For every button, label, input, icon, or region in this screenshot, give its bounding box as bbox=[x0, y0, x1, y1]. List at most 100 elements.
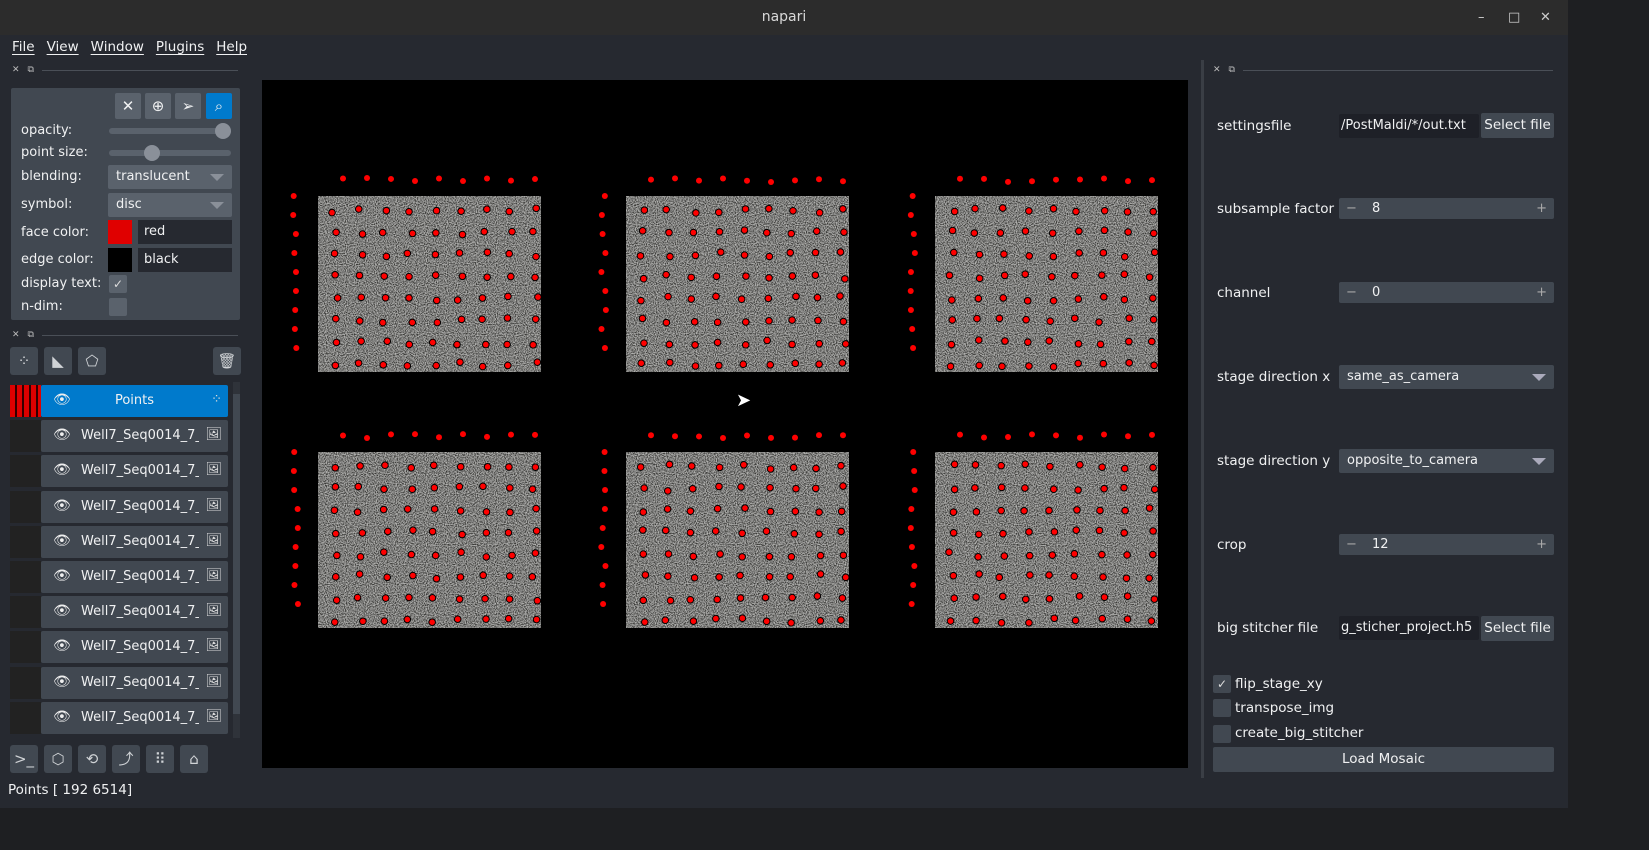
bigstitcher-input[interactable]: g_sticher_project.h5 bbox=[1339, 616, 1479, 640]
visibility-eye-icon[interactable]: 👁 bbox=[53, 427, 71, 443]
point-marker bbox=[403, 362, 412, 370]
viewer-canvas[interactable]: ➤ bbox=[262, 80, 1188, 768]
point-marker bbox=[1150, 485, 1159, 494]
point-marker bbox=[640, 206, 649, 214]
point-marker bbox=[720, 434, 726, 441]
point-size-slider[interactable] bbox=[109, 145, 231, 161]
increment-icon[interactable]: + bbox=[1536, 198, 1547, 219]
layer-item[interactable]: 👁 Well7_Seq0014_7_0 🖼 bbox=[10, 455, 228, 488]
stage-x-select[interactable]: same_as_camera bbox=[1339, 365, 1554, 389]
new-labels-layer-button[interactable]: ⬠ bbox=[78, 347, 106, 375]
opacity-label: opacity: bbox=[21, 123, 73, 138]
point-marker bbox=[949, 571, 958, 580]
close-dock-icon[interactable]: ✕ bbox=[1213, 65, 1221, 75]
point-marker bbox=[453, 615, 462, 623]
home-icon[interactable]: ⌂ bbox=[180, 745, 208, 773]
dock-header-widget[interactable]: ✕ ⧉ bbox=[1213, 64, 1553, 76]
blending-select[interactable]: translucent bbox=[108, 165, 232, 189]
load-mosaic-button[interactable]: Load Mosaic bbox=[1213, 747, 1554, 772]
opacity-slider[interactable] bbox=[109, 123, 231, 139]
transpose-icon[interactable]: ⤴ bbox=[112, 745, 140, 773]
layer-item[interactable]: 👁 Points ⁘ bbox=[10, 385, 228, 417]
layer-list-scrollbar[interactable] bbox=[233, 382, 240, 738]
visibility-eye-icon[interactable]: 👁 bbox=[53, 533, 71, 549]
subsample-spinbox[interactable]: −8 + bbox=[1339, 198, 1554, 219]
visibility-eye-icon[interactable]: 👁 bbox=[53, 674, 71, 690]
decrement-icon[interactable]: − bbox=[1346, 198, 1357, 219]
channel-spinbox[interactable]: −0 + bbox=[1339, 282, 1554, 303]
layer-item[interactable]: 👁 Well7_Seq0014_7_0 🖼 bbox=[10, 631, 228, 664]
point-marker bbox=[330, 506, 339, 515]
ndisplay-icon[interactable]: ⬡ bbox=[44, 745, 72, 773]
layer-item[interactable]: 👁 Well7_Seq0014_7_0 🖼 bbox=[10, 561, 228, 593]
dock-splitter[interactable] bbox=[1201, 60, 1204, 778]
visibility-eye-icon[interactable]: 👁 bbox=[53, 568, 71, 584]
settingsfile-input[interactable]: /PostMaldi/*/out.txt bbox=[1339, 114, 1479, 138]
menu-view[interactable]: View bbox=[41, 35, 85, 60]
decrement-icon[interactable]: − bbox=[1346, 282, 1357, 303]
visibility-eye-icon[interactable]: 👁 bbox=[53, 603, 71, 619]
close-dock-icon[interactable]: ✕ bbox=[12, 65, 20, 75]
maximize-button[interactable]: □ bbox=[1508, 0, 1520, 35]
close-button[interactable]: ✕ bbox=[1540, 0, 1551, 35]
dock-header-layers[interactable]: ✕ ⧉ bbox=[12, 329, 238, 341]
visibility-eye-icon[interactable]: 👁 bbox=[53, 709, 71, 725]
dock-header-controls[interactable]: ✕ ⧉ bbox=[12, 64, 238, 76]
point-marker bbox=[689, 228, 698, 237]
edge-color-input[interactable]: black bbox=[138, 248, 232, 272]
face-color-input[interactable]: red bbox=[138, 220, 232, 244]
roll-icon[interactable]: ⟲ bbox=[78, 745, 106, 773]
point-marker bbox=[331, 463, 340, 472]
point-marker bbox=[1029, 178, 1035, 185]
symbol-select[interactable]: disc bbox=[108, 193, 232, 217]
delete-points-icon[interactable]: ✕ bbox=[115, 93, 141, 119]
menu-file[interactable]: File bbox=[6, 35, 41, 60]
point-marker bbox=[408, 318, 417, 327]
layer-item[interactable]: 👁 Well7_Seq0014_7_0 🖼 bbox=[10, 701, 228, 734]
increment-icon[interactable]: + bbox=[1536, 534, 1547, 555]
layer-item[interactable]: 👁 Well7_Seq0014_7_0 🖼 bbox=[10, 666, 228, 699]
grid-icon[interactable]: ⠿ bbox=[146, 745, 174, 773]
new-points-layer-button[interactable]: ⁘ bbox=[10, 347, 38, 375]
point-marker bbox=[765, 204, 773, 213]
select-points-icon[interactable]: ➢ bbox=[175, 93, 201, 119]
display-text-checkbox[interactable]: ✓ bbox=[109, 275, 127, 293]
close-dock-icon[interactable]: ✕ bbox=[12, 330, 20, 340]
increment-icon[interactable]: + bbox=[1536, 282, 1547, 303]
float-dock-icon[interactable]: ⧉ bbox=[1229, 65, 1235, 75]
point-marker bbox=[1053, 176, 1059, 183]
point-marker bbox=[741, 341, 750, 349]
face-color-swatch[interactable] bbox=[108, 220, 132, 244]
bigstitcher-select-button[interactable]: Select file bbox=[1481, 616, 1554, 641]
layer-item[interactable]: 👁 Well7_Seq0014_7_0 🖼 bbox=[10, 490, 228, 523]
visibility-eye-icon[interactable]: 👁 bbox=[53, 462, 71, 478]
visibility-eye-icon[interactable]: 👁 bbox=[53, 498, 71, 514]
edge-color-swatch[interactable] bbox=[108, 248, 132, 272]
visibility-eye-icon[interactable]: 👁 bbox=[53, 638, 71, 654]
add-points-icon[interactable]: ⊕ bbox=[145, 93, 171, 119]
pan-zoom-icon[interactable]: ⌕ bbox=[206, 93, 232, 119]
console-icon[interactable]: >_ bbox=[10, 745, 38, 773]
delete-layer-button[interactable]: 🗑 bbox=[213, 347, 241, 375]
menu-window[interactable]: Window bbox=[85, 35, 150, 60]
float-dock-icon[interactable]: ⧉ bbox=[28, 65, 34, 75]
layer-item[interactable]: 👁 Well7_Seq0014_7_0 🖼 bbox=[10, 420, 228, 453]
decrement-icon[interactable]: − bbox=[1346, 534, 1357, 555]
minimize-button[interactable]: – bbox=[1478, 0, 1485, 35]
transpose-checkbox[interactable] bbox=[1213, 699, 1231, 717]
float-dock-icon[interactable]: ⧉ bbox=[28, 330, 34, 340]
settingsfile-select-button[interactable]: Select file bbox=[1481, 113, 1554, 138]
menu-plugins[interactable]: Plugins bbox=[150, 35, 210, 60]
point-marker bbox=[1100, 593, 1109, 602]
layer-item[interactable]: 👁 Well7_Seq0014_7_0 🖼 bbox=[10, 525, 228, 558]
stage-y-select[interactable]: opposite_to_camera bbox=[1339, 449, 1554, 473]
menu-help[interactable]: Help bbox=[210, 35, 253, 60]
flip-stage-checkbox[interactable]: ✓ bbox=[1213, 675, 1231, 693]
point-marker bbox=[1049, 363, 1058, 371]
layer-item[interactable]: 👁 Well7_Seq0014_7_0 🖼 bbox=[10, 596, 228, 629]
point-marker bbox=[436, 175, 442, 182]
create-bigstitcher-checkbox[interactable] bbox=[1213, 725, 1231, 743]
crop-spinbox[interactable]: −12 + bbox=[1339, 534, 1554, 555]
ndim-checkbox[interactable] bbox=[109, 298, 127, 316]
new-shapes-layer-button[interactable]: ◣ bbox=[44, 347, 72, 375]
